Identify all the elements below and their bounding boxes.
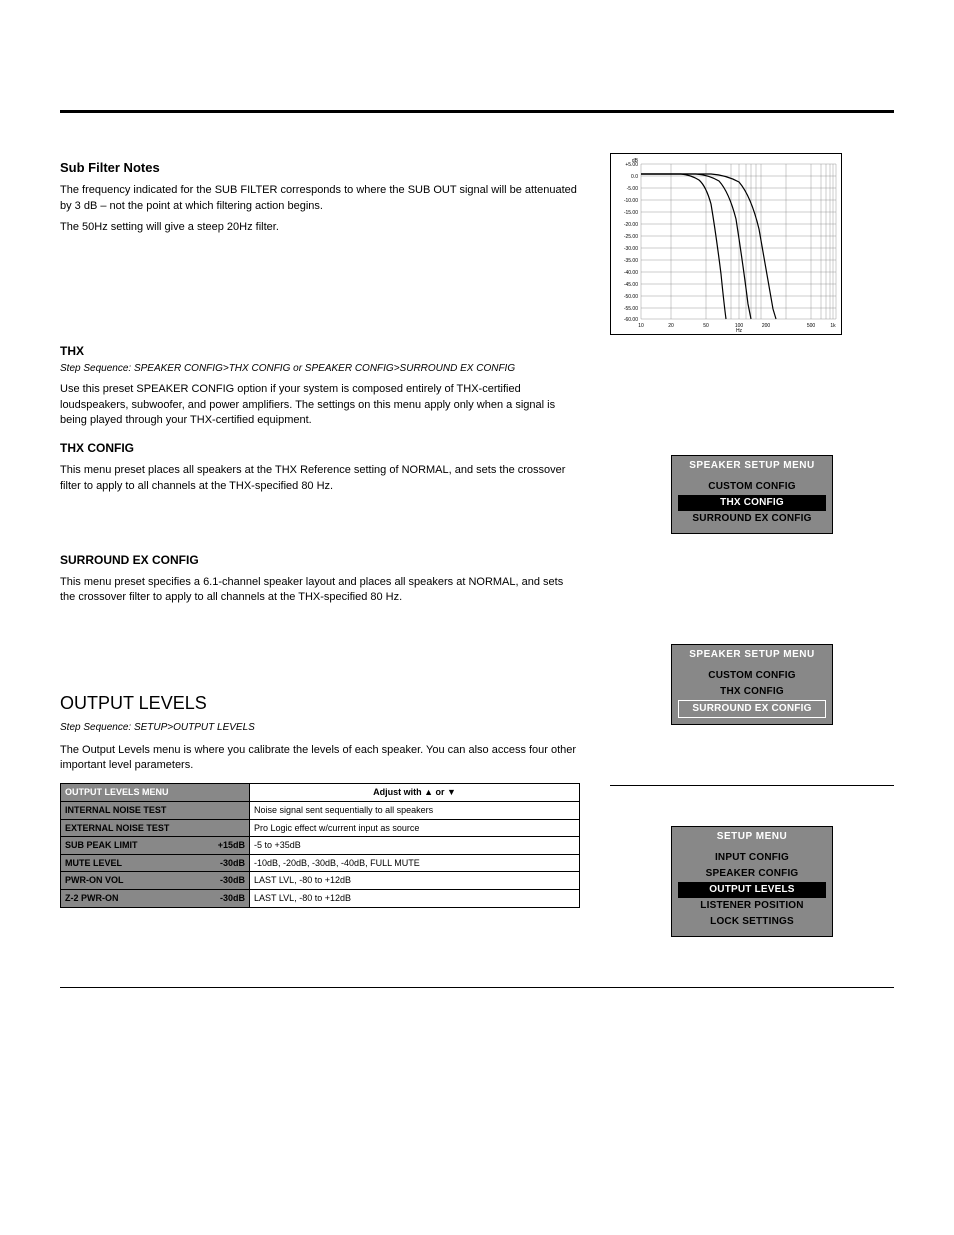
svg-text:+5.00: +5.00 bbox=[625, 162, 638, 168]
svg-text:10: 10 bbox=[638, 323, 644, 329]
thx-config-p: This menu preset places all speakers at … bbox=[60, 463, 580, 494]
svg-text:Hz: Hz bbox=[736, 328, 743, 334]
thx-heading: THX Step Sequence: SPEAKER CONFIG>THX CO… bbox=[60, 343, 580, 376]
table-row: INTERNAL NOISE TEST bbox=[61, 802, 250, 820]
svg-text:-20.00: -20.00 bbox=[624, 222, 638, 228]
osd-item: LOCK SETTINGS bbox=[678, 914, 826, 930]
table-row-desc: -10dB, -20dB, -30dB, -40dB, FULL MUTE bbox=[250, 854, 580, 872]
svg-text:-55.00: -55.00 bbox=[624, 306, 638, 312]
table-row-desc: LAST LVL, -80 to +12dB bbox=[250, 890, 580, 908]
osd-item: LISTENER POSITION bbox=[678, 898, 826, 914]
osd-item: CUSTOM CONFIG bbox=[678, 479, 826, 495]
table-row-desc: -5 to +35dB bbox=[250, 837, 580, 855]
osd-title: SETUP MENU bbox=[672, 827, 832, 847]
svg-text:-10.00: -10.00 bbox=[624, 198, 638, 204]
table-row: PWR-ON VOL-30dB bbox=[61, 872, 250, 890]
levels-left-header: OUTPUT LEVELS MENU bbox=[61, 784, 250, 802]
thx-step: Step Sequence: SPEAKER CONFIG>THX CONFIG… bbox=[60, 362, 580, 376]
svg-text:200: 200 bbox=[762, 323, 771, 329]
osd-item-selected: THX CONFIG bbox=[678, 495, 826, 511]
osd-item-selected: SURROUND EX CONFIG bbox=[678, 700, 826, 718]
output-levels-heading: OUTPUT LEVELS bbox=[60, 691, 580, 716]
ex-config-heading: SURROUND EX CONFIG bbox=[60, 552, 580, 569]
osd-speaker-setup-1: SPEAKER SETUP MENU CUSTOM CONFIG THX CON… bbox=[671, 455, 833, 534]
svg-text:-50.00: -50.00 bbox=[624, 294, 638, 300]
table-row-desc: LAST LVL, -80 to +12dB bbox=[250, 872, 580, 890]
table-row-desc: Pro Logic effect w/current input as sour… bbox=[250, 819, 580, 837]
osd-title: SPEAKER SETUP MENU bbox=[672, 456, 832, 476]
table-row: MUTE LEVEL-30dB bbox=[61, 854, 250, 872]
osd-speaker-setup-2: SPEAKER SETUP MENU CUSTOM CONFIG THX CON… bbox=[671, 644, 833, 725]
svg-text:-35.00: -35.00 bbox=[624, 258, 638, 264]
thx-p1: Use this preset SPEAKER CONFIG option if… bbox=[60, 382, 580, 428]
svg-text:20: 20 bbox=[668, 323, 674, 329]
osd-item: SURROUND EX CONFIG bbox=[678, 511, 826, 527]
table-row: Z-2 PWR-ON-30dB bbox=[61, 890, 250, 908]
output-levels-step: Step Sequence: SETUP>OUTPUT LEVELS bbox=[60, 721, 580, 735]
sub-filter-chart: dB +5.00 0.0 -5.00 -10.00 -15.00 -20.00 … bbox=[610, 153, 842, 335]
svg-text:-15.00: -15.00 bbox=[624, 210, 638, 216]
sub-filter-p1: The frequency indicated for the SUB FILT… bbox=[60, 183, 580, 214]
osd-title: SPEAKER SETUP MENU bbox=[672, 645, 832, 665]
osd-item-selected: OUTPUT LEVELS bbox=[678, 882, 826, 898]
thx-config-heading: THX CONFIG bbox=[60, 440, 580, 457]
table-row: EXTERNAL NOISE TEST bbox=[61, 819, 250, 837]
sub-filter-p2: The 50Hz setting will give a steep 20Hz … bbox=[60, 220, 580, 235]
svg-text:-30.00: -30.00 bbox=[624, 246, 638, 252]
svg-text:-45.00: -45.00 bbox=[624, 282, 638, 288]
sub-filter-heading: Sub Filter Notes bbox=[60, 159, 580, 177]
osd-setup-menu: SETUP MENU INPUT CONFIG SPEAKER CONFIG O… bbox=[671, 826, 833, 937]
svg-text:0.0: 0.0 bbox=[631, 174, 638, 180]
thx-heading-text: THX bbox=[60, 344, 84, 358]
table-row-desc: Noise signal sent sequentially to all sp… bbox=[250, 802, 580, 820]
svg-text:-5.00: -5.00 bbox=[627, 186, 639, 192]
svg-text:500: 500 bbox=[807, 323, 816, 329]
output-levels-p: The Output Levels menu is where you cali… bbox=[60, 743, 580, 774]
osd-item: INPUT CONFIG bbox=[678, 850, 826, 866]
output-levels-table: OUTPUT LEVELS MENU Adjust with ▲ or ▼ IN… bbox=[60, 783, 580, 907]
svg-text:50: 50 bbox=[703, 323, 709, 329]
osd-item: THX CONFIG bbox=[678, 684, 826, 700]
ex-config-p: This menu preset specifies a 6.1-channel… bbox=[60, 575, 580, 606]
osd-item: SPEAKER CONFIG bbox=[678, 866, 826, 882]
levels-right-header: Adjust with ▲ or ▼ bbox=[250, 784, 580, 802]
svg-text:-25.00: -25.00 bbox=[624, 234, 638, 240]
table-row: SUB PEAK LIMIT+15dB bbox=[61, 837, 250, 855]
svg-text:-60.00: -60.00 bbox=[624, 317, 638, 323]
svg-text:1k: 1k bbox=[830, 323, 836, 329]
osd-item: CUSTOM CONFIG bbox=[678, 668, 826, 684]
svg-text:-40.00: -40.00 bbox=[624, 270, 638, 276]
